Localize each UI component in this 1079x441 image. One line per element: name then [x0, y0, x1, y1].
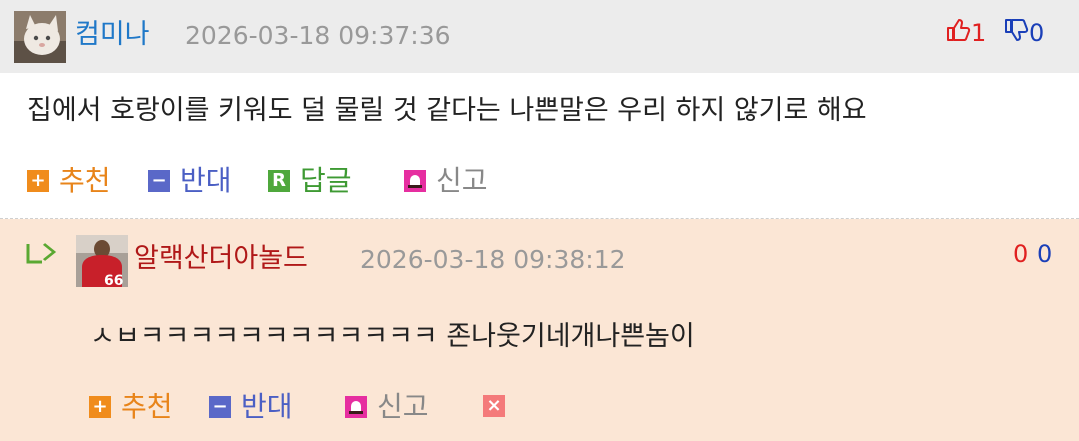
plus-icon: + [89, 396, 111, 418]
minus-icon: − [148, 170, 170, 192]
comment-text: 집에서 호랑이를 키워도 덜 물릴 것 같다는 나쁜말은 우리 하지 않기로 해… [27, 95, 867, 126]
oppose-button[interactable]: − 반대 [148, 165, 232, 197]
report-button[interactable]: 신고 [345, 391, 429, 423]
avatar[interactable]: 66 [76, 235, 128, 287]
recommend-button[interactable]: + 추천 [27, 165, 111, 197]
siren-icon [404, 170, 426, 192]
comment-header [0, 0, 1079, 73]
reply-label: 답글 [300, 164, 352, 197]
comment: 컴미나 2026-03-18 09:37:36 1 0 집에서 호랑이를 키워도… [0, 0, 1079, 219]
dislike-count[interactable]: 0 [1037, 240, 1052, 268]
recommend-button[interactable]: + 추천 [89, 391, 173, 423]
report-label: 신고 [377, 390, 429, 423]
reply-arrow-icon [25, 242, 61, 274]
oppose-button[interactable]: − 반대 [209, 391, 293, 423]
minus-icon: − [209, 396, 231, 418]
author-name[interactable]: 컴미나 [75, 19, 150, 51]
author-name[interactable]: 알랙산더아놀드 [134, 243, 308, 275]
reply-button[interactable]: R 답글 [268, 165, 352, 197]
oppose-label: 반대 [180, 164, 232, 197]
plus-icon: + [27, 170, 49, 192]
comment-timestamp: 2026-03-18 09:38:12 [360, 245, 626, 274]
like-count[interactable]: 0 [1013, 240, 1028, 268]
like-button[interactable]: 1 [945, 17, 986, 49]
report-label: 신고 [436, 164, 488, 197]
recommend-label: 추천 [121, 390, 173, 423]
thumbs-down-icon [1003, 17, 1029, 49]
recommend-label: 추천 [59, 164, 111, 197]
like-count: 1 [971, 19, 987, 47]
siren-icon [345, 396, 367, 418]
dislike-button[interactable]: 0 [1003, 17, 1044, 49]
report-button[interactable]: 신고 [404, 165, 488, 197]
dislike-count: 0 [1029, 19, 1045, 47]
dislike-count-value: 0 [1037, 240, 1053, 268]
like-count-value: 0 [1013, 240, 1029, 268]
oppose-label: 반대 [241, 390, 293, 423]
comment-text: ㅅㅂㅋㅋㅋㅋㅋㅋㅋㅋㅋㅋㅋㅋ 존나웃기네개나쁜놈이 [90, 321, 695, 352]
thumbs-up-icon [945, 17, 971, 49]
avatar[interactable] [14, 11, 66, 63]
reply-r-icon: R [268, 170, 290, 192]
close-icon: × [483, 395, 505, 417]
reply-comment: 66 알랙산더아놀드 2026-03-18 09:38:12 0 0 ㅅㅂㅋㅋㅋ… [0, 219, 1079, 441]
comment-timestamp: 2026-03-18 09:37:36 [185, 21, 451, 50]
svg-text:66: 66 [104, 273, 123, 287]
delete-button[interactable]: × [483, 395, 515, 417]
